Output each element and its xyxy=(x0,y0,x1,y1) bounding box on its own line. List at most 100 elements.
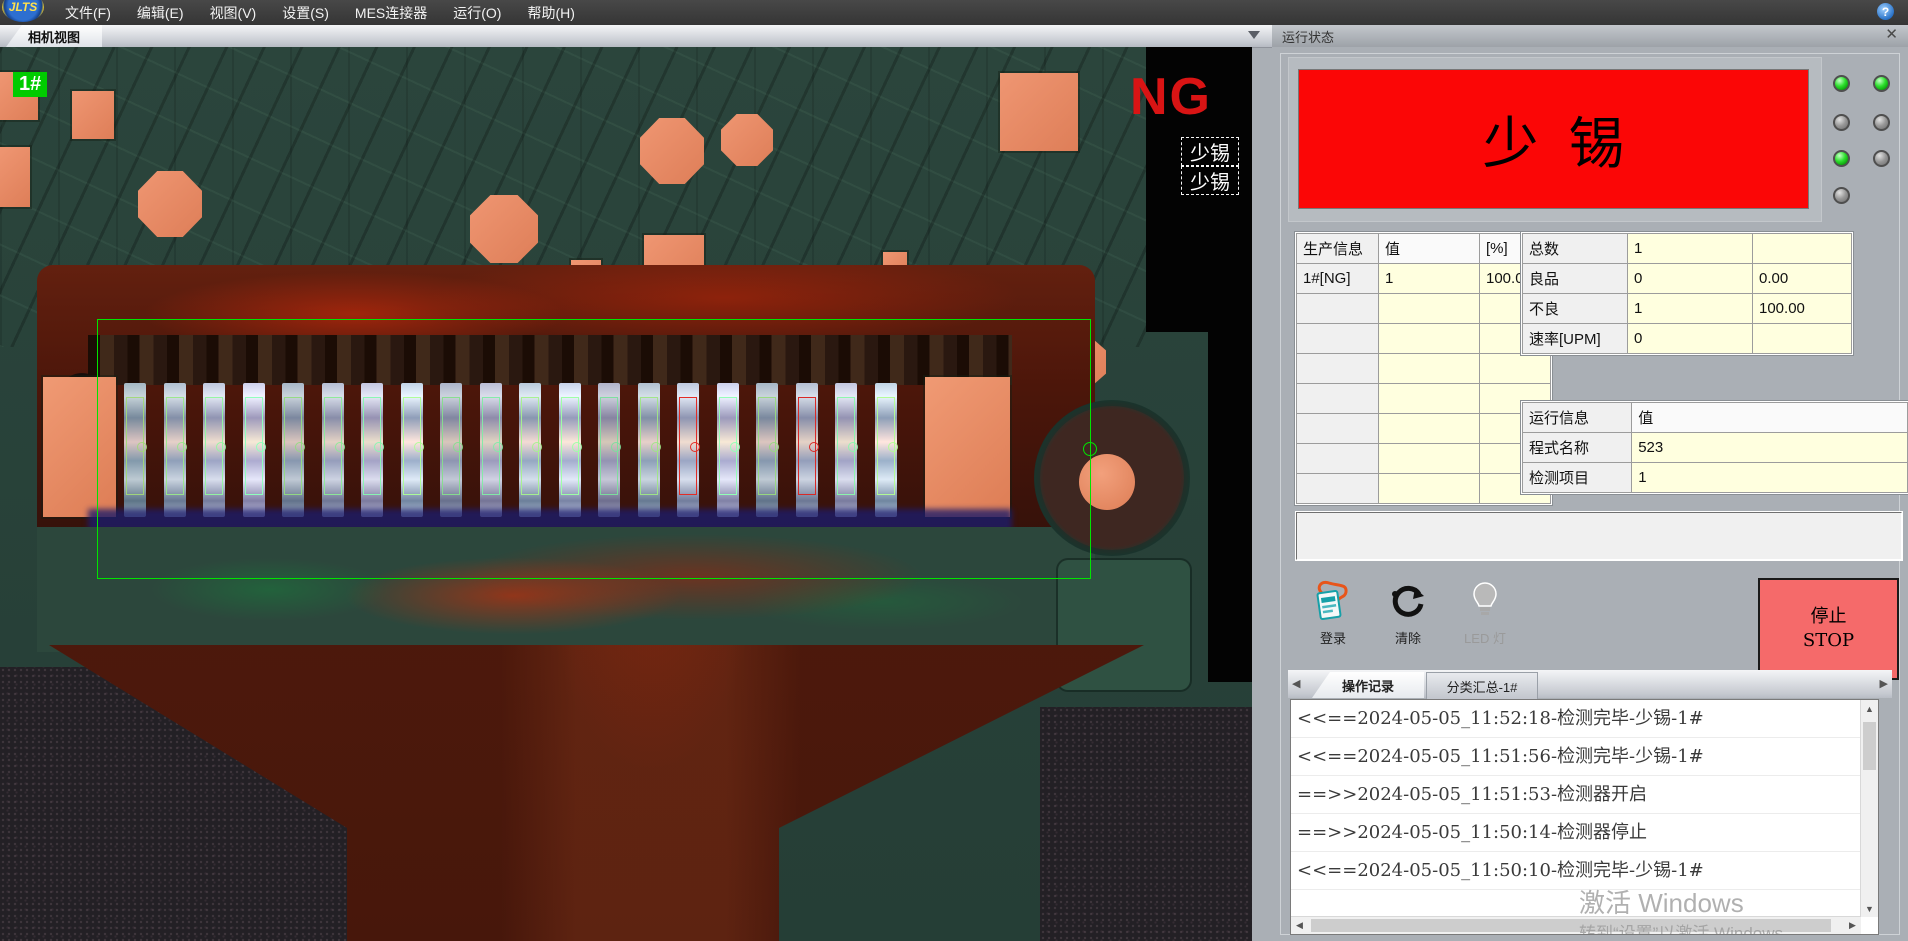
scrollbar-thumb[interactable] xyxy=(1311,919,1831,932)
log-rows: <<==2024-05-05_11:52:18-检测完毕-少锡-1#<<==20… xyxy=(1291,700,1878,890)
table-cell xyxy=(1297,324,1379,354)
led-bulb-icon xyxy=(1465,580,1505,622)
clear-button[interactable]: 清除 xyxy=(1377,580,1439,660)
horizontal-scrollbar[interactable]: ◀ ▶ xyxy=(1291,916,1861,934)
table-cell: 523 xyxy=(1632,433,1908,463)
table-header-cell: 值 xyxy=(1379,234,1480,264)
table-row xyxy=(1297,384,1551,414)
table-cell xyxy=(1297,384,1379,414)
table-cell: 0 xyxy=(1628,324,1753,354)
log-entry: ==>>2024-05-05_11:50:14-检测器停止 xyxy=(1291,814,1878,852)
login-label: 登录 xyxy=(1320,628,1346,647)
tab-class-summary[interactable]: 分类汇总-1# xyxy=(1426,672,1538,699)
status-led-gray xyxy=(1873,114,1890,131)
tab-operation-log[interactable]: 操作记录 xyxy=(1312,672,1424,698)
table-header-row: 生产信息值[%] xyxy=(1297,234,1551,264)
table-cell xyxy=(1379,324,1480,354)
table-cell xyxy=(1379,384,1480,414)
table-row xyxy=(1297,294,1551,324)
stop-button[interactable]: 停止 STOP xyxy=(1758,578,1899,680)
log-tab-strip: ◀ 操作记录 分类汇总-1# ▶ xyxy=(1288,670,1892,698)
table-header-row: 运行信息值 xyxy=(1523,403,1908,433)
help-icon[interactable]: ? xyxy=(1877,3,1894,20)
status-led-green xyxy=(1833,75,1850,92)
table-header-cell: 运行信息 xyxy=(1523,403,1632,433)
camera-canvas[interactable]: 1# NG 少锡 少锡 xyxy=(0,47,1252,941)
table-cell: 不良 xyxy=(1523,294,1628,324)
panel-title: 运行状态 xyxy=(1282,27,1334,46)
inspection-result-label: NG xyxy=(1130,71,1212,123)
table-cell: 良品 xyxy=(1523,264,1628,294)
menu-help[interactable]: 帮助(H) xyxy=(514,0,587,26)
menu-mes-connector[interactable]: MES连接器 xyxy=(342,0,440,26)
login-button[interactable]: 登录 xyxy=(1302,580,1364,660)
table-row: 程式名称523 xyxy=(1523,433,1908,463)
status-led-green xyxy=(1833,150,1850,167)
table-header-cell: 值 xyxy=(1632,403,1908,433)
menu-settings[interactable]: 设置(S) xyxy=(269,0,342,26)
status-led-gray xyxy=(1833,187,1850,204)
table-cell: 1 xyxy=(1632,463,1908,493)
menu-run[interactable]: 运行(O) xyxy=(440,0,514,26)
scroll-down-icon[interactable]: ▼ xyxy=(1861,900,1878,917)
status-led-green xyxy=(1873,75,1890,92)
table-cell: 1 xyxy=(1628,294,1753,324)
table-cell: 1#[NG] xyxy=(1297,264,1379,294)
table-row: 1#[NG]1100.00 xyxy=(1297,264,1551,294)
operation-log-list[interactable]: <<==2024-05-05_11:52:18-检测完毕-少锡-1#<<==20… xyxy=(1290,699,1879,935)
table-cell xyxy=(1753,324,1852,354)
scroll-up-icon[interactable]: ▲ xyxy=(1861,700,1878,717)
menu-edit[interactable]: 编辑(E) xyxy=(124,0,197,26)
camera-black-zone xyxy=(1208,332,1252,682)
menu-file[interactable]: 文件(F) xyxy=(52,0,124,26)
table-cell xyxy=(1297,444,1379,474)
scroll-right-icon[interactable]: ▶ xyxy=(1844,917,1861,934)
table-cell xyxy=(1297,354,1379,384)
pcb-pad xyxy=(138,171,202,237)
camera-tab-strip: 相机视图 xyxy=(0,25,1272,48)
tab-camera-view[interactable]: 相机视图 xyxy=(6,25,102,47)
table-cell: 1 xyxy=(1628,234,1753,264)
table-cell: 速率[UPM] xyxy=(1523,324,1628,354)
led-light-button[interactable]: LED 灯 xyxy=(1454,580,1516,660)
table-cell: 程式名称 xyxy=(1523,433,1632,463)
production-table: 生产信息值[%]1#[NG]1100.00 xyxy=(1296,233,1551,504)
table-cell xyxy=(1379,474,1480,504)
result-banner-group: 少锡 xyxy=(1288,57,1822,222)
defect-tag: 少锡 xyxy=(1181,166,1239,195)
table-row xyxy=(1297,414,1551,444)
tab-scroll-left-icon[interactable]: ◀ xyxy=(1292,677,1300,690)
table-cell xyxy=(1297,414,1379,444)
vertical-scrollbar[interactable]: ▲ ▼ xyxy=(1860,700,1878,917)
close-icon[interactable]: ✕ xyxy=(1885,27,1898,42)
log-entry: <<==2024-05-05_11:50:10-检测完毕-少锡-1# xyxy=(1291,852,1878,890)
status-led-gray xyxy=(1833,114,1850,131)
table-cell xyxy=(1297,294,1379,324)
table-row xyxy=(1297,474,1551,504)
chevron-down-icon[interactable] xyxy=(1248,31,1260,39)
table-cell xyxy=(1480,354,1551,384)
table-cell: 0 xyxy=(1628,264,1753,294)
background-texture xyxy=(1040,707,1252,941)
result-banner: 少锡 xyxy=(1298,69,1809,209)
roi-rectangle xyxy=(97,319,1091,579)
table-row xyxy=(1297,444,1551,474)
tab-scroll-right-icon[interactable]: ▶ xyxy=(1880,677,1888,690)
app-window: JLTS 文件(F) 编辑(E) 视图(V) 设置(S) MES连接器 运行(O… xyxy=(0,0,1908,941)
log-entry: <<==2024-05-05_11:51:56-检测完毕-少锡-1# xyxy=(1291,738,1878,776)
table-cell: 0.00 xyxy=(1753,264,1852,294)
refresh-icon xyxy=(1388,580,1428,622)
scrollbar-thumb[interactable] xyxy=(1863,722,1876,770)
clear-label: 清除 xyxy=(1395,628,1421,647)
menu-view[interactable]: 视图(V) xyxy=(197,0,270,26)
led-label: LED 灯 xyxy=(1464,628,1506,647)
roi-notch xyxy=(1083,442,1097,456)
stop-label-cn: 停止 xyxy=(1811,605,1847,629)
pcb-pad xyxy=(1000,73,1078,151)
status-led-grid xyxy=(1826,68,1900,208)
app-logo-icon: JLTS xyxy=(2,0,44,22)
table-row: 速率[UPM]0 xyxy=(1523,324,1852,354)
table-cell: 1 xyxy=(1379,264,1480,294)
scroll-left-icon[interactable]: ◀ xyxy=(1291,917,1308,934)
status-led-gray xyxy=(1873,150,1890,167)
